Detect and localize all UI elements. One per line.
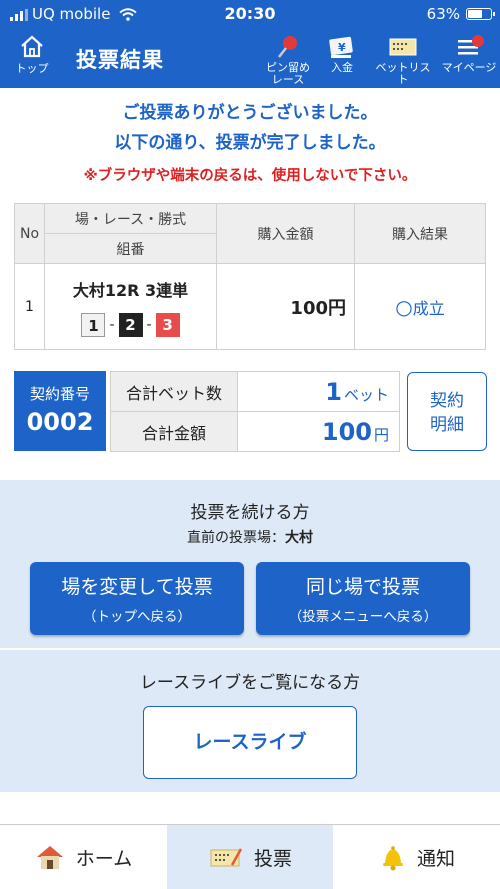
nav-home[interactable]: ホーム xyxy=(0,825,166,889)
clock: 20:30 xyxy=(224,4,276,23)
header-no: No xyxy=(14,203,45,264)
row-race: 大村12R 3連単 xyxy=(72,280,189,300)
contract-summary: 契約番号 0002 合計ベット数 1 ベット 合計金額 100 円 契約 明細 xyxy=(14,371,487,453)
table-row: 1 大村12R 3連単 1-2-3 100円 ○成立 xyxy=(14,263,486,350)
battery: 63% xyxy=(426,5,495,23)
result-table: No 場・レース・勝式 購入金額 購入結果 組番 1 大村12R 3連単 1-2… xyxy=(14,203,486,350)
header-combo: 組番 xyxy=(44,233,217,264)
deposit-button[interactable]: ¥ 入金 xyxy=(322,34,362,74)
row-result: ○成立 xyxy=(354,263,486,350)
menu-icon xyxy=(458,35,484,55)
same-venue-sub: （投票メニューへ戻る） xyxy=(288,609,438,625)
change-venue-sub: （トップへ戻る） xyxy=(83,609,191,625)
total-amount-cell: 100 円 xyxy=(237,411,400,452)
combo-dash: - xyxy=(146,316,152,333)
total-amount: 100 xyxy=(321,417,372,446)
race-live-section: レースライブをご覧になる方 レースライブ xyxy=(0,650,500,792)
live-title: レースライブをご覧になる方 xyxy=(139,673,361,693)
bet-unit: ベット xyxy=(343,385,389,404)
completion-message: ご投票ありがとうございました。 以下の通り、投票が完了しました。 ※ブラウザや端… xyxy=(0,98,500,185)
mypage-button[interactable]: マイページ xyxy=(440,34,498,74)
totals-table: 合計ベット数 1 ベット 合計金額 100 円 xyxy=(110,371,400,452)
status-bar: UQ mobile 20:30 63% xyxy=(0,0,500,28)
battery-percent: 63% xyxy=(426,5,460,23)
ball-2: 2 xyxy=(118,312,143,337)
contract-number-label: 契約番号 xyxy=(29,385,90,403)
bell-icon xyxy=(382,846,403,871)
same-venue-main: 同じ場で投票 xyxy=(305,576,420,598)
nav-vote[interactable]: 投票 xyxy=(167,825,333,889)
row-amount: 100円 xyxy=(216,263,355,350)
detail-label-2: 明細 xyxy=(430,415,464,435)
home-icon xyxy=(21,35,43,58)
ball-1: 1 xyxy=(81,312,106,337)
bet-count-label: 合計ベット数 xyxy=(110,371,238,412)
header-race: 場・レース・勝式 xyxy=(44,203,217,234)
nav-home-label: ホーム xyxy=(75,847,133,870)
pinned-label-2: レース xyxy=(271,73,305,86)
continue-voting-section: 投票を続ける方 直前の投票場：大村 場を変更して投票 （トップへ戻る） 同じ場で… xyxy=(0,480,500,648)
bet-count: 1 xyxy=(325,377,342,406)
nav-vote-label: 投票 xyxy=(253,847,292,870)
nav-notify[interactable]: 通知 xyxy=(334,825,500,889)
thanks-line-1: ご投票ありがとうございました。 xyxy=(122,103,378,123)
total-unit: 円 xyxy=(373,425,389,444)
betlist-label: ベットリスト xyxy=(375,61,431,86)
contract-detail-button[interactable]: 契約 明細 xyxy=(407,372,487,451)
yen-card-icon: ¥ xyxy=(329,36,353,58)
row-no: 1 xyxy=(14,263,45,350)
app-header: トップ 投票結果 ピン留め レース ¥ 入金 ベットリスト マイページ xyxy=(0,28,500,88)
race-live-button[interactable]: レースライブ xyxy=(143,706,357,779)
header-result: 購入結果 xyxy=(354,203,486,264)
previous-venue-name: 大村 xyxy=(285,530,313,546)
svg-text:¥: ¥ xyxy=(338,41,346,54)
total-amount-label: 合計金額 xyxy=(110,411,238,452)
battery-fill xyxy=(468,10,482,18)
deposit-label: 入金 xyxy=(331,61,353,74)
previous-venue-label: 直前の投票場： xyxy=(187,530,285,546)
result-circle-icon: ○ xyxy=(395,294,413,319)
top-nav-button[interactable]: トップ xyxy=(8,34,56,76)
ball-3: 3 xyxy=(155,312,180,337)
page-title: 投票結果 xyxy=(76,48,164,72)
contract-number-box: 契約番号 0002 xyxy=(14,371,106,451)
contract-number: 0002 xyxy=(26,408,94,436)
change-venue-main: 場を変更して投票 xyxy=(61,576,213,598)
back-warning: ※ブラウザや端末の戻るは、使用しないで下さい。 xyxy=(83,168,417,184)
continue-title: 投票を続ける方 xyxy=(190,503,310,523)
nav-notify-label: 通知 xyxy=(416,847,455,870)
previous-venue: 直前の投票場：大村 xyxy=(0,527,500,547)
mypage-label: マイページ xyxy=(441,61,497,74)
bottom-nav: ホーム 投票 通知 xyxy=(0,824,500,889)
header-amount: 購入金額 xyxy=(216,203,355,264)
same-venue-button[interactable]: 同じ場で投票 （投票メニューへ戻る） xyxy=(256,562,470,635)
change-venue-button[interactable]: 場を変更して投票 （トップへ戻る） xyxy=(30,562,244,635)
betlist-icon xyxy=(389,38,417,56)
pushpin-icon xyxy=(278,36,297,58)
pinned-race-button[interactable]: ピン留め レース xyxy=(262,34,314,86)
row-race-cell: 大村12R 3連単 1-2-3 xyxy=(44,263,217,350)
top-nav-label: トップ xyxy=(15,62,49,75)
combo-balls: 1-2-3 xyxy=(45,312,216,337)
house-icon xyxy=(36,846,63,869)
thanks-line-2: 以下の通り、投票が完了しました。 xyxy=(114,133,386,153)
vote-ticket-icon xyxy=(210,848,243,867)
betlist-button[interactable]: ベットリスト xyxy=(372,34,434,86)
result-label: 成立 xyxy=(412,298,445,318)
bet-count-cell: 1 ベット xyxy=(237,371,400,412)
detail-label-1: 契約 xyxy=(430,391,464,411)
combo-dash: - xyxy=(109,316,115,333)
battery-icon xyxy=(466,8,495,20)
